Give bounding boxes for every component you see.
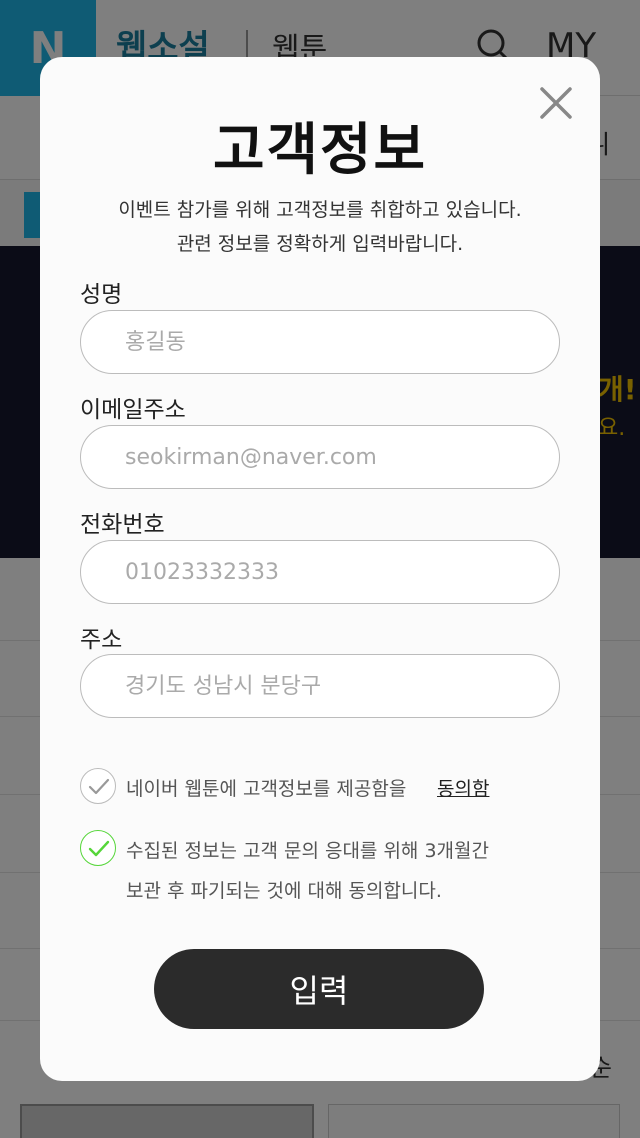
agree-retention-checkbox[interactable] xyxy=(80,830,116,866)
agree-retention-text: 수집된 정보는 고객 문의 응대를 위해 3개월간 xyxy=(126,840,489,862)
name-input[interactable] xyxy=(80,310,560,374)
modal-title: 고객정보 xyxy=(212,118,428,183)
agree-link[interactable]: 동의함 xyxy=(437,774,489,801)
check-icon xyxy=(88,778,110,795)
agree-retention-text: 보관 후 파기되는 것에 대해 동의합니다. xyxy=(126,880,442,902)
email-label: 이메일주소 xyxy=(80,397,186,423)
phone-label: 전화번호 xyxy=(80,512,165,538)
address-label: 주소 xyxy=(80,627,123,653)
agree-provide-checkbox[interactable] xyxy=(80,768,116,804)
phone-input[interactable] xyxy=(80,540,560,604)
email-input[interactable] xyxy=(80,425,560,489)
modal-description: 이벤트 참가를 위해 고객정보를 취합하고 있습니다. xyxy=(118,199,522,221)
check-icon xyxy=(88,840,110,857)
submit-button[interactable]: 입력 xyxy=(154,949,484,1029)
name-label: 성명 xyxy=(80,282,123,308)
customer-info-modal: 고객정보 이벤트 참가를 위해 고객정보를 취합하고 있습니다. 관련 정보를 … xyxy=(40,57,600,1081)
modal-description: 관련 정보를 정확하게 입력바랍니다. xyxy=(176,233,464,255)
address-input[interactable] xyxy=(80,654,560,718)
agree-provide-text: 네이버 웹툰에 고객정보를 제공함을 xyxy=(126,778,407,800)
